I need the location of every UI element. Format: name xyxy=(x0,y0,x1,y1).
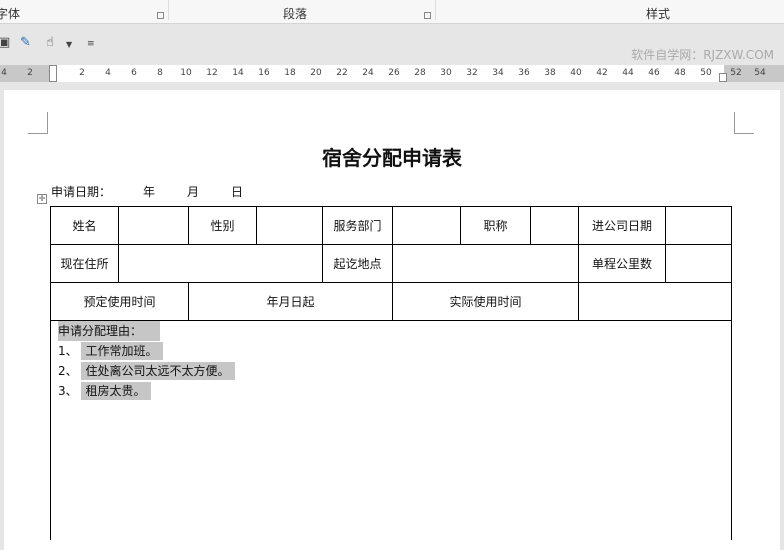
group-styles: 样式 xyxy=(646,7,671,21)
table-input-cell[interactable] xyxy=(665,206,732,245)
ruler-tick: 2 xyxy=(27,68,33,78)
table-input-cell[interactable] xyxy=(118,244,323,283)
table-input-cell[interactable] xyxy=(530,206,579,245)
ruler-tick: 10 xyxy=(180,68,192,78)
divider xyxy=(435,0,436,20)
table-label-cell[interactable]: 进公司日期 xyxy=(578,206,666,245)
ruler-tick: 26 xyxy=(388,68,400,78)
table-input-cell[interactable] xyxy=(665,244,732,283)
margin-corner xyxy=(28,112,48,134)
font-dialog-launcher-icon[interactable] xyxy=(157,12,164,19)
ruler-tick: 8 xyxy=(157,68,163,78)
horizontal-ruler[interactable]: 4 2 2 4 6 8 10 12 14 16 18 20 22 24 26 28 30 32 34 36 38 40… xyxy=(0,65,784,82)
table-label-cell[interactable]: 现在住所 xyxy=(50,244,119,283)
table-label-cell[interactable]: 姓名 xyxy=(50,206,119,245)
reason-heading: 申请分配理由： xyxy=(58,321,160,341)
ribbon-group-labels: 字体 段落 样式 xyxy=(0,0,784,24)
ruler-tick: 12 xyxy=(206,68,218,78)
table-label-cell[interactable]: 职称 xyxy=(460,206,531,245)
ruler-tick: 22 xyxy=(336,68,348,78)
table-label-cell[interactable]: 起讫地点 xyxy=(322,244,393,283)
ruler-tick: 38 xyxy=(544,68,556,78)
ruler-tick: 42 xyxy=(596,68,608,78)
chevron-down-icon[interactable]: ▼ xyxy=(66,40,72,49)
group-font: 字体 xyxy=(0,7,21,21)
ruler-tick: 54 xyxy=(754,68,766,78)
table-input-cell[interactable] xyxy=(256,206,323,245)
ruler-tick: 48 xyxy=(674,68,686,78)
touch-mode-icon[interactable]: ☝ xyxy=(46,35,54,50)
ruler-tick: 50 xyxy=(700,68,712,78)
ruler-tick: 4 xyxy=(1,68,7,78)
table-label-cell[interactable]: 性别 xyxy=(188,206,257,245)
ruler-tick: 44 xyxy=(622,68,634,78)
edit-table-icon[interactable]: ✎ xyxy=(20,35,31,50)
ruler-tick: 28 xyxy=(414,68,426,78)
ruler-tick: 52 xyxy=(730,68,742,78)
document-title: 宿舍分配申请表 xyxy=(322,146,462,170)
indent-marker[interactable] xyxy=(49,65,57,82)
ruler-tick: 16 xyxy=(258,68,270,78)
paragraph-dialog-launcher-icon[interactable] xyxy=(424,12,431,19)
table-label-cell[interactable]: 单程公里数 xyxy=(578,244,666,283)
right-indent-marker[interactable] xyxy=(719,73,727,82)
table-input-cell[interactable] xyxy=(392,244,579,283)
group-paragraph: 段落 xyxy=(283,7,308,21)
ruler-tick: 46 xyxy=(648,68,660,78)
reason-item: 2、 住处离公司太远不太方便。 xyxy=(58,361,236,381)
ruler-tick: 24 xyxy=(362,68,374,78)
reason-cell[interactable]: 申请分配理由： 1、 工作常加班。 2、 住处离公司太远不太方便。 3、 租房太… xyxy=(50,320,732,540)
application-date: 申请日期：年月日 xyxy=(51,185,244,199)
ruler-tick: 34 xyxy=(492,68,504,78)
watermark: 软件自学网：RJZXW.COM xyxy=(631,48,774,62)
ruler-tick: 4 xyxy=(105,68,111,78)
table-move-handle-icon[interactable]: ✛ xyxy=(37,194,47,204)
table-label-cell[interactable]: 服务部门 xyxy=(322,206,393,245)
table-label-cell[interactable]: 实际使用时间 xyxy=(392,282,579,321)
table-input-cell[interactable] xyxy=(118,206,189,245)
table-icon[interactable]: ▣ xyxy=(0,35,10,50)
divider xyxy=(168,0,169,20)
ruler-tick: 36 xyxy=(518,68,530,78)
ruler-tick: 14 xyxy=(232,68,244,78)
reason-item: 1、 工作常加班。 xyxy=(58,341,164,361)
customize-toolbar-icon[interactable]: ≡ xyxy=(87,39,95,49)
table-input-cell[interactable] xyxy=(578,282,732,321)
table-label-cell[interactable]: 年月日起 xyxy=(188,282,393,321)
ruler-tick: 18 xyxy=(284,68,296,78)
ruler-tick: 6 xyxy=(131,68,137,78)
reason-item: 3、 租房太贵。 xyxy=(58,381,152,401)
ruler-tick: 30 xyxy=(440,68,452,78)
ruler-tick: 20 xyxy=(310,68,322,78)
margin-corner xyxy=(734,112,754,134)
ruler-tick: 40 xyxy=(570,68,582,78)
table-label-cell[interactable]: 预定使用时间 xyxy=(50,282,189,321)
table-input-cell[interactable] xyxy=(392,206,461,245)
ruler-tick: 32 xyxy=(466,68,478,78)
ruler-tick: 2 xyxy=(79,68,85,78)
